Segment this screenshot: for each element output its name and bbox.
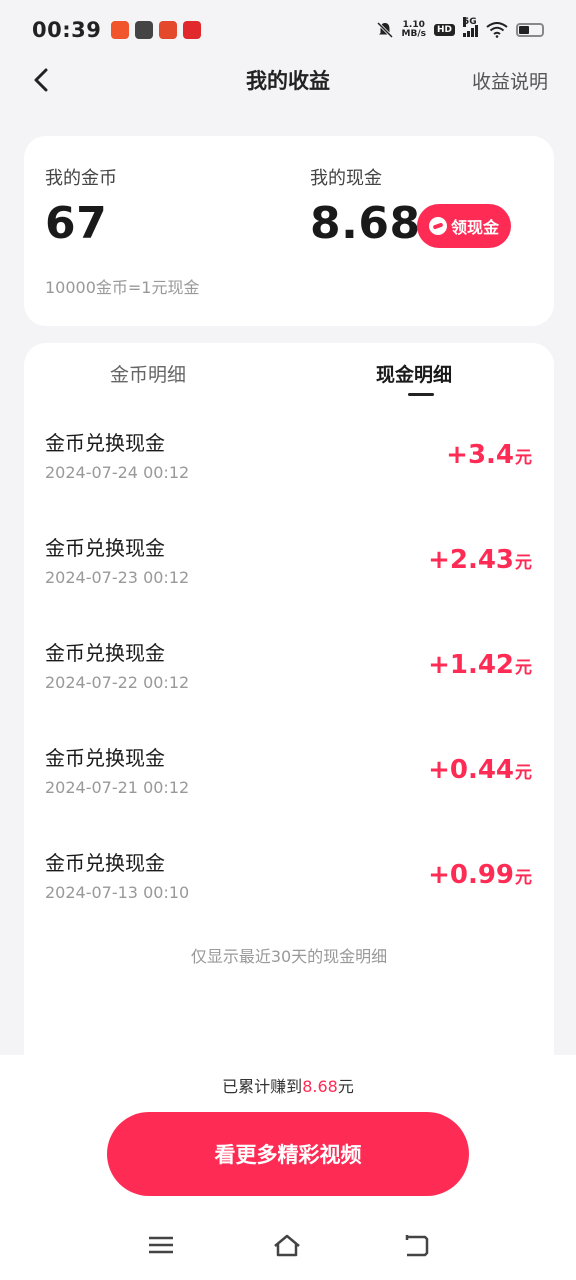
status-bar: 00:39 1.10 MB/s HD 5G: [0, 0, 576, 60]
cash-label: 我的现金: [310, 168, 382, 189]
status-app-icons: [111, 21, 202, 39]
calendar-notification-icon: [135, 21, 154, 39]
amount-value: +0.44: [428, 755, 514, 785]
amount-unit: 元: [515, 658, 532, 678]
record-date: 2024-07-21 00:12: [45, 778, 190, 797]
coins-label: 我的金币: [45, 168, 117, 189]
amount-value: +0.99: [428, 860, 514, 890]
cash-value: 8.68: [310, 198, 421, 249]
coins-value: 67: [45, 198, 108, 249]
record-date: 2024-07-23 00:12: [45, 568, 190, 587]
withdraw-cash-button[interactable]: 领现金: [417, 204, 511, 248]
record-date: 2024-07-24 00:12: [45, 463, 190, 482]
amount-unit: 元: [515, 448, 532, 468]
amount-unit: 元: [515, 868, 532, 888]
record-date: 2024-07-22 00:12: [45, 673, 190, 692]
record-title: 金币兑换现金: [45, 851, 165, 875]
battery-icon: [516, 23, 544, 37]
record-amount: +3.4元: [446, 440, 532, 470]
wifi-icon: [486, 22, 508, 38]
earned-amount: 8.68: [302, 1077, 338, 1096]
list-item: 金币兑换现金 2024-07-21 00:12 +0.44元: [24, 728, 554, 833]
status-indicators: 1.10 MB/s HD 5G: [376, 17, 544, 39]
hd-badge: HD: [433, 24, 455, 36]
earned-prefix: 已累计赚到: [222, 1077, 303, 1096]
amount-unit: 元: [515, 763, 532, 783]
home-icon[interactable]: [273, 1231, 301, 1259]
earnings-info-link[interactable]: 收益说明: [472, 67, 548, 94]
system-nav-bar: [0, 1225, 576, 1265]
network-speed: 1.10 MB/s: [402, 21, 426, 39]
record-amount: +0.99元: [428, 860, 532, 890]
amount-value: +3.4: [446, 440, 514, 470]
earned-suffix: 元: [337, 1077, 354, 1096]
app-notification-icon: [111, 21, 130, 39]
tab-coin-details[interactable]: 金币明细: [110, 360, 186, 387]
amount-value: +2.43: [428, 545, 514, 575]
watch-more-videos-button[interactable]: 看更多精彩视频: [107, 1112, 469, 1196]
network-type: 5G: [463, 17, 477, 27]
tab-cash-details[interactable]: 现金明细: [376, 360, 452, 387]
amount-unit: 元: [515, 553, 532, 573]
list-item: 金币兑换现金 2024-07-13 00:10 +0.99元: [24, 833, 554, 938]
wallet-icon: [428, 217, 447, 235]
net-speed-unit: MB/s: [401, 29, 426, 39]
list-item: 金币兑换现金 2024-07-22 00:12 +1.42元: [24, 623, 554, 728]
cell-signal-icon: 5G: [463, 17, 478, 37]
app-notification-icon: [183, 21, 202, 39]
bottom-panel: 已累计赚到8.68元 看更多精彩视频: [0, 1055, 576, 1280]
nav-bar: 我的收益 收益说明: [0, 60, 576, 100]
cash-record-list: 金币兑换现金 2024-07-24 00:12 +3.4元 金币兑换现金 202…: [24, 413, 554, 938]
records-footnote: 仅显示最近30天的现金明细: [190, 947, 388, 966]
list-item: 金币兑换现金 2024-07-24 00:12 +3.4元: [24, 413, 554, 518]
active-tab-indicator: [408, 393, 434, 396]
withdraw-label: 领现金: [450, 218, 499, 237]
record-amount: +0.44元: [428, 755, 532, 785]
record-date: 2024-07-13 00:10: [45, 883, 190, 902]
record-title: 金币兑换现金: [45, 536, 165, 560]
record-amount: +2.43元: [428, 545, 532, 575]
detail-card: 金币明细 现金明细 金币兑换现金 2024-07-24 00:12 +3.4元 …: [24, 343, 554, 1063]
record-title: 金币兑换现金: [45, 431, 165, 455]
earnings-summary-card: 我的金币 我的现金 67 8.68 领现金 10000金币=1元现金: [24, 136, 554, 326]
record-amount: +1.42元: [428, 650, 532, 680]
detail-tabs: 金币明细 现金明细: [24, 343, 554, 403]
record-title: 金币兑换现金: [45, 641, 165, 665]
list-item: 金币兑换现金 2024-07-23 00:12 +2.43元: [24, 518, 554, 623]
record-title: 金币兑换现金: [45, 746, 165, 770]
app-notification-icon: [159, 21, 178, 39]
total-earned-text: 已累计赚到8.68元: [0, 1073, 576, 1097]
amount-value: +1.42: [428, 650, 514, 680]
status-time: 00:39: [32, 18, 102, 42]
exchange-rate: 10000金币=1元现金: [45, 278, 200, 297]
mute-bell-icon: [376, 21, 393, 39]
menu-icon[interactable]: [147, 1231, 175, 1259]
back-icon[interactable]: [403, 1231, 431, 1259]
